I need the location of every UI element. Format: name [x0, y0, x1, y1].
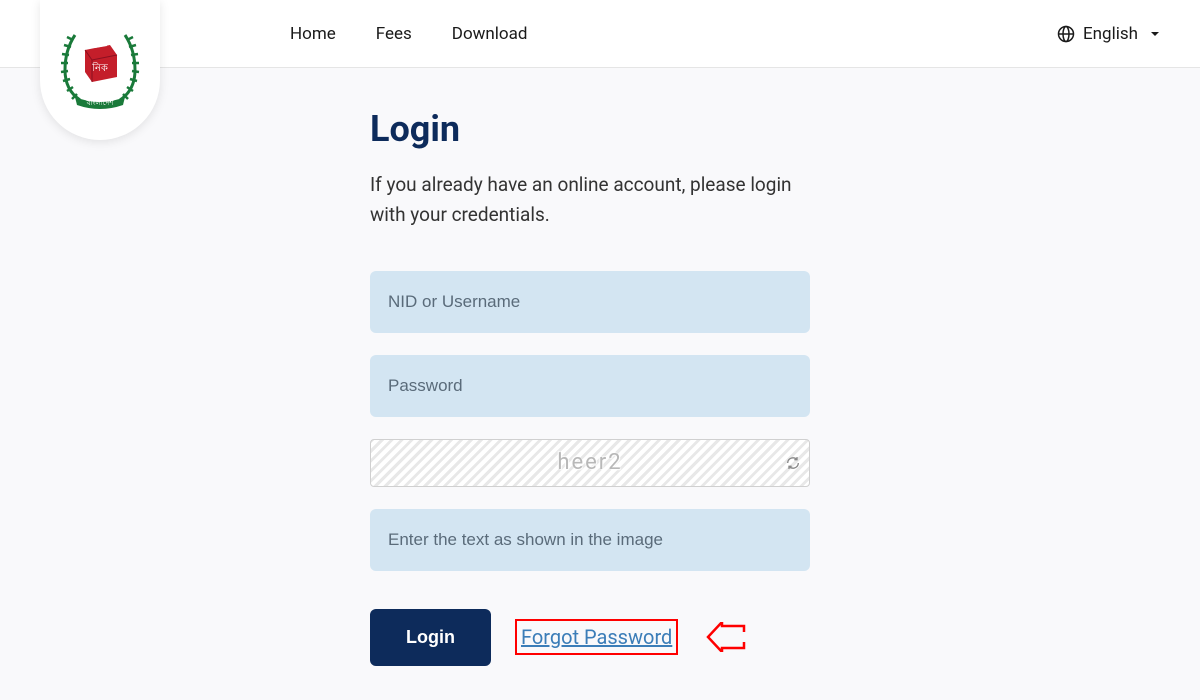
- login-form: Login If you already have an online acco…: [0, 68, 820, 666]
- nav-links: Home Fees Download: [290, 24, 527, 44]
- captcha-input[interactable]: [370, 509, 810, 571]
- nav-home[interactable]: Home: [290, 24, 336, 44]
- arrow-annotation-icon: [706, 622, 746, 652]
- login-subtitle: If you already have an online account, p…: [370, 170, 810, 231]
- login-button[interactable]: Login: [370, 609, 491, 666]
- language-label: English: [1083, 24, 1138, 44]
- forgot-password-link[interactable]: Forgot Password: [515, 619, 678, 655]
- logo-icon: নিক বাংলাদেশ: [55, 15, 145, 115]
- password-input[interactable]: [370, 355, 810, 417]
- page-title: Login: [370, 108, 820, 150]
- svg-text:নিক: নিক: [91, 62, 109, 74]
- globe-icon: [1057, 25, 1075, 43]
- header: নিক বাংলাদেশ Home Fees Download English: [0, 0, 1200, 68]
- logo-badge[interactable]: নিক বাংলাদেশ: [40, 0, 160, 140]
- action-row: Login Forgot Password: [370, 609, 820, 666]
- chevron-down-icon: [1150, 29, 1160, 39]
- captcha-text: heer2: [557, 450, 622, 475]
- refresh-icon[interactable]: [785, 455, 801, 471]
- nav-fees[interactable]: Fees: [376, 24, 412, 44]
- language-selector[interactable]: English: [1057, 24, 1160, 44]
- username-input[interactable]: [370, 271, 810, 333]
- nav-download[interactable]: Download: [452, 24, 528, 44]
- svg-text:বাংলাদেশ: বাংলাদেশ: [86, 99, 115, 107]
- captcha-image: heer2: [370, 439, 810, 487]
